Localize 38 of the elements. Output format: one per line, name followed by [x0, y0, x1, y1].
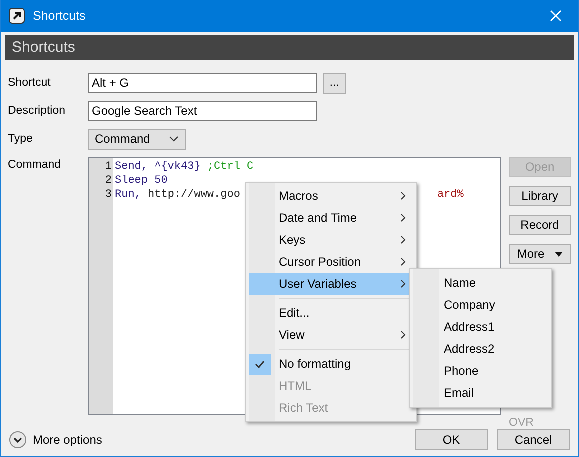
line-number: 1	[104, 160, 113, 174]
dialog-button[interactable]: Cancel	[497, 429, 570, 450]
menu-item[interactable]: Cursor Position	[249, 251, 413, 273]
header-title: Shortcuts	[12, 39, 76, 56]
close-icon[interactable]	[550, 10, 562, 22]
line-number: 3	[104, 188, 113, 202]
field-label: Shortcut	[8, 77, 52, 89]
side-button[interactable]: Record	[509, 215, 571, 235]
code-text: ard%	[437, 188, 464, 202]
menu-item[interactable]: Keys	[249, 229, 413, 251]
dropdown-button[interactable]: More	[509, 244, 571, 264]
field-label: Type	[8, 133, 34, 145]
menu-item[interactable]: No formatting	[249, 353, 413, 375]
more-options-link[interactable]: More options	[33, 432, 102, 446]
line-number: 2	[104, 174, 113, 188]
browse-button[interactable]: ...	[323, 72, 346, 94]
dialog-button[interactable]: OK	[415, 429, 488, 450]
code-text: http://www.goo	[148, 188, 240, 202]
code-text: Sleep 50	[115, 174, 168, 188]
menu-item[interactable]: Date and Time	[249, 207, 413, 229]
menu-item[interactable]: Macros	[249, 185, 413, 207]
overwrite-status: OVR	[509, 417, 535, 429]
field-label: Command	[8, 158, 62, 173]
checkmark-icon	[249, 354, 271, 374]
code-text: Run,	[115, 188, 142, 202]
window-title: Shortcuts	[33, 9, 87, 23]
type-dropdown[interactable]: Command	[88, 128, 186, 150]
shortcut-field[interactable]: Alt + G	[88, 73, 317, 93]
code-text: ;Ctrl C	[207, 160, 254, 174]
code-text: Send, ^{vk43}	[115, 160, 202, 174]
chevron-down-icon	[169, 136, 179, 142]
description-field[interactable]: Google Search Text	[88, 101, 317, 121]
dropdown-arrow-icon	[554, 252, 563, 256]
menu-item[interactable]: View	[249, 324, 413, 346]
side-button[interactable]: Library	[509, 186, 571, 206]
expand-icon[interactable]	[9, 430, 27, 448]
menu-item[interactable]: Edit...	[249, 302, 413, 324]
field-label: Description	[8, 105, 67, 117]
